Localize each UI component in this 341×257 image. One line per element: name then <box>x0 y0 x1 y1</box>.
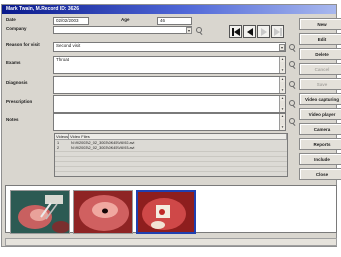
prescription-search-icon[interactable] <box>288 100 296 108</box>
row-index: 1 <box>57 141 60 145</box>
next-record-icon <box>261 28 267 36</box>
scroll-down-icon[interactable]: ▾ <box>280 107 285 112</box>
video-thumbnail-strip <box>5 185 337 234</box>
prescription-scrollbar[interactable]: ▴ ▾ <box>279 96 285 112</box>
diagnosis-label: Diagnosis <box>6 80 28 85</box>
company-field[interactable] <box>53 26 192 34</box>
exams-field[interactable]: Throat <box>53 56 286 74</box>
prescription-label: Prescription <box>6 99 33 104</box>
age-label: Age <box>121 17 130 22</box>
notes-search-icon[interactable] <box>288 118 296 126</box>
previous-record-button[interactable] <box>243 25 256 38</box>
scroll-up-icon[interactable]: ▴ <box>280 114 285 119</box>
prescription-field[interactable] <box>53 95 286 113</box>
row-index: 2 <box>57 146 60 150</box>
status-bar <box>5 238 337 246</box>
video-player-button[interactable]: Video player <box>299 108 341 120</box>
grid-line <box>55 156 287 157</box>
reason-search-icon[interactable] <box>288 44 296 52</box>
save-button[interactable]: Save <box>299 78 341 90</box>
table-row[interactable]: 1 N:\9\2003\2_02_3003\0K45\V6\92.avi <box>55 141 287 146</box>
throat-photo-image <box>74 191 132 233</box>
scroll-up-icon[interactable]: ▴ <box>280 57 285 62</box>
exams-label: Exams <box>6 60 21 65</box>
delete-button[interactable]: Delete <box>299 48 341 60</box>
grid-line <box>55 151 287 152</box>
patient-record-window: Mark Twain, M.Record ID: 3626 Date 02/02… <box>1 4 337 247</box>
video-thumbnail-2[interactable] <box>73 190 133 234</box>
column-header-video-files[interactable]: Video Files <box>69 134 287 140</box>
column-header-videos[interactable]: Videos <box>55 134 69 140</box>
scroll-up-icon[interactable]: ▴ <box>280 96 285 101</box>
age-field[interactable]: 46 <box>157 17 192 25</box>
exams-scrollbar[interactable]: ▴ ▾ <box>279 57 285 73</box>
scroll-up-icon[interactable]: ▴ <box>280 77 285 82</box>
date-label: Date <box>6 17 16 22</box>
grid-line <box>55 161 287 162</box>
camera-button[interactable]: Camera <box>299 123 341 135</box>
video-files-table[interactable]: Videos Video Files 1 N:\9\2003\2_02_3003… <box>54 133 288 177</box>
reason-dropdown-arrow-icon[interactable]: ▾ <box>279 43 285 51</box>
grid-line <box>55 166 287 167</box>
notes-label: Notes <box>6 117 19 122</box>
table-row[interactable]: 2 N:\9\2003\2_02_3003\0K45\V6\93.avi <box>55 146 287 151</box>
video-capturing-button[interactable]: Video capturing <box>299 93 341 105</box>
previous-record-icon <box>247 28 253 36</box>
oral-photo-image <box>138 192 194 232</box>
company-search-icon[interactable] <box>195 27 203 35</box>
scroll-down-icon[interactable]: ▾ <box>280 125 285 130</box>
new-button[interactable]: New <box>299 18 341 30</box>
diagnosis-search-icon[interactable] <box>288 81 296 89</box>
close-button[interactable]: Close <box>299 168 341 180</box>
diagnosis-scrollbar[interactable]: ▴ ▾ <box>279 77 285 93</box>
exams-search-icon[interactable] <box>288 61 296 69</box>
next-record-button[interactable] <box>257 25 270 38</box>
first-record-icon <box>232 28 240 36</box>
company-label: Company <box>6 26 27 31</box>
include-button[interactable]: Include <box>299 153 341 165</box>
cancel-button[interactable]: Cancel <box>299 63 341 75</box>
video-thumbnail-3[interactable] <box>136 190 196 234</box>
scroll-down-icon[interactable]: ▾ <box>280 88 285 93</box>
scroll-down-icon[interactable]: ▾ <box>280 68 285 73</box>
notes-scrollbar[interactable]: ▴ ▾ <box>279 114 285 130</box>
grid-line <box>55 171 287 172</box>
last-record-button[interactable] <box>271 25 284 38</box>
video-thumbnail-1[interactable] <box>10 190 70 234</box>
reason-label: Reason for visit <box>6 42 40 47</box>
row-file-path: N:\9\2003\2_02_3003\0K45\V6\92.avi <box>71 141 135 145</box>
surgery-photo-image <box>11 191 69 233</box>
diagnosis-field[interactable] <box>53 76 286 94</box>
first-record-button[interactable] <box>229 25 242 38</box>
row-file-path: N:\9\2003\2_02_3003\0K45\V6\93.avi <box>71 146 135 150</box>
company-dropdown-arrow-icon[interactable]: ▾ <box>186 26 192 34</box>
reason-field[interactable]: Second visit <box>53 42 286 52</box>
reports-button[interactable]: Reports <box>299 138 341 150</box>
last-record-icon <box>274 28 282 36</box>
window-title: Mark Twain, M.Record ID: 3626 <box>2 5 336 14</box>
date-field[interactable]: 02/02/2003 <box>53 17 89 25</box>
edit-button[interactable]: Edit <box>299 33 341 45</box>
notes-field[interactable] <box>53 113 286 131</box>
